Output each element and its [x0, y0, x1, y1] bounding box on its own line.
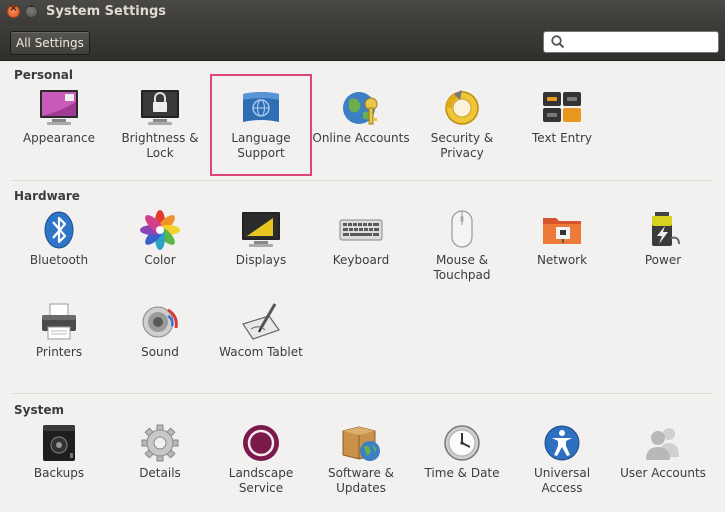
settings-item-label: Mouse & Touchpad: [433, 253, 491, 282]
user-accounts-icon: [646, 428, 679, 460]
settings-item-label: Text Entry: [531, 131, 592, 145]
settings-item-keyboard[interactable]: Keyboard: [311, 210, 411, 268]
wacom-tablet-icon: [242, 303, 280, 340]
settings-item-label: Wacom Tablet: [219, 345, 303, 359]
color-icon: [140, 210, 180, 250]
settings-item-software-updates[interactable]: Software & Updates: [311, 423, 411, 495]
settings-item-mouse-touchpad[interactable]: Mouse & Touchpad: [412, 210, 512, 282]
printers-icon: [42, 303, 76, 340]
search-icon: [551, 35, 565, 49]
software-updates-icon: [342, 426, 380, 461]
search-input[interactable]: [570, 33, 714, 53]
settings-item-wacom-tablet[interactable]: Wacom Tablet: [211, 302, 311, 360]
settings-item-label: Time & Date: [424, 466, 500, 480]
toolbar: All Settings: [0, 24, 725, 61]
window-title: System Settings: [46, 4, 167, 19]
settings-item-network[interactable]: Network: [512, 210, 612, 268]
settings-item-label: Printers: [35, 345, 83, 359]
language-support-highlight: [210, 74, 312, 176]
brightness-lock-icon: [141, 90, 179, 125]
settings-item-label: Color: [144, 253, 176, 267]
settings-item-color[interactable]: Color: [110, 210, 210, 268]
text-entry-icon: [543, 92, 581, 122]
keyboard-icon: [339, 219, 383, 241]
mouse-touchpad-icon: [451, 210, 473, 248]
bluetooth-icon: [44, 211, 74, 249]
settings-item-label: Network: [536, 253, 588, 267]
section-title-personal: Personal: [14, 68, 73, 82]
settings-item-appearance[interactable]: Appearance: [9, 88, 109, 146]
settings-item-online-accounts[interactable]: Online Accounts: [311, 88, 411, 146]
online-accounts-icon: [343, 92, 378, 125]
settings-item-sound[interactable]: Sound: [110, 302, 210, 360]
settings-item-universal-access[interactable]: Universal Access: [512, 423, 612, 495]
sound-icon: [142, 306, 178, 338]
settings-item-label: User Accounts: [620, 466, 706, 480]
settings-item-label: Sound: [141, 345, 179, 359]
settings-item-details[interactable]: Details: [110, 423, 210, 481]
minimize-window-button[interactable]: –: [25, 1, 38, 18]
settings-item-label: Power: [644, 253, 682, 267]
landscape-service-icon: [243, 425, 279, 461]
settings-item-label: Details: [139, 466, 181, 480]
minimize-icon: –: [29, 1, 34, 12]
settings-item-power[interactable]: Power: [613, 210, 713, 268]
settings-item-backups[interactable]: Backups: [9, 423, 109, 481]
settings-item-label: Displays: [235, 253, 287, 267]
section-title-system: System: [14, 403, 64, 417]
settings-item-landscape-service[interactable]: Landscape Service: [211, 423, 311, 495]
section-divider: [12, 393, 713, 394]
settings-item-label: Backups: [33, 466, 85, 480]
settings-item-label: Bluetooth: [29, 253, 89, 267]
appearance-icon: [40, 90, 78, 125]
displays-icon: [242, 212, 280, 247]
time-date-icon: [444, 425, 480, 461]
settings-item-label: Universal Access: [533, 466, 591, 495]
settings-item-bluetooth[interactable]: Bluetooth: [9, 210, 109, 268]
close-window-button[interactable]: ×: [7, 3, 20, 18]
settings-item-user-accounts[interactable]: User Accounts: [613, 423, 713, 481]
details-icon: [141, 424, 179, 462]
all-settings-button[interactable]: All Settings: [10, 31, 90, 55]
title-bar: × – System Settings: [0, 0, 725, 24]
search-box[interactable]: [543, 31, 719, 53]
settings-item-time-date[interactable]: Time & Date: [412, 423, 512, 481]
settings-item-displays[interactable]: Displays: [211, 210, 311, 268]
settings-item-label: Landscape Service: [228, 466, 294, 495]
section-title-hardware: Hardware: [14, 189, 80, 203]
settings-item-printers[interactable]: Printers: [9, 302, 109, 360]
backups-icon: [43, 425, 75, 461]
settings-item-brightness-lock[interactable]: Brightness & Lock: [110, 88, 210, 160]
security-privacy-icon: [445, 90, 479, 125]
network-icon: [543, 218, 581, 244]
settings-item-label: Online Accounts: [312, 131, 410, 145]
settings-item-label: Keyboard: [332, 253, 390, 267]
settings-item-label: Brightness & Lock: [121, 131, 199, 160]
settings-item-label: Software & Updates: [327, 466, 395, 495]
settings-item-security-privacy[interactable]: Security & Privacy: [412, 88, 512, 160]
close-icon: ×: [9, 3, 18, 14]
section-divider: [12, 180, 713, 181]
universal-access-icon: [544, 425, 580, 461]
settings-item-label: Appearance: [22, 131, 96, 145]
power-icon: [652, 212, 680, 246]
settings-item-text-entry[interactable]: Text Entry: [512, 88, 612, 146]
settings-item-label: Security & Privacy: [430, 131, 494, 160]
